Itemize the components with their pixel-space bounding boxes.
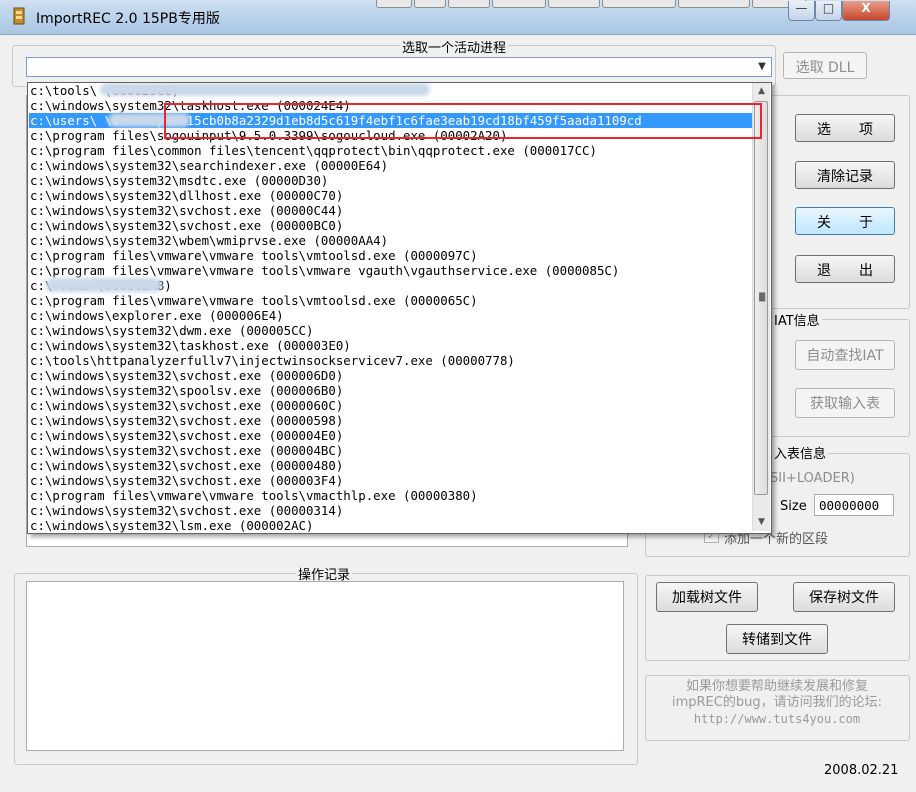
maximize-button[interactable]: □ xyxy=(815,1,842,21)
scroll-up-icon[interactable]: ▲ xyxy=(753,83,770,100)
pick-dll-button[interactable]: 选取 DLL xyxy=(783,52,867,79)
maximize-icon: □ xyxy=(822,1,835,15)
process-list-item[interactable]: c:\windows\system32\spoolsv.exe (000006B… xyxy=(29,383,343,398)
forum-info: 如果你想要帮助继续发展和修复 impREC的bug，请访问我们的论坛: http… xyxy=(650,679,904,727)
title-bar: ImportREC 2.0 15PB专用版 — □ X xyxy=(0,0,916,35)
process-list-item[interactable]: c:\windows\system32\lsm.exe (000002AC) xyxy=(29,518,313,533)
process-list-item[interactable]: c:\program files\vmware\vmware tools\vmw… xyxy=(29,263,619,278)
iat-info-label: IAT信息 xyxy=(772,310,822,329)
redaction-blur xyxy=(100,83,430,96)
process-combobox[interactable]: ▼ xyxy=(26,57,772,77)
forum-link[interactable]: http://www.tuts4you.com xyxy=(650,711,904,727)
process-list-item[interactable]: c:\windows\system32\svchost.exe (000003F… xyxy=(29,473,343,488)
hidden-toolbar-strip xyxy=(376,0,808,8)
clear-log-button[interactable]: 清除记录 xyxy=(795,161,895,189)
minimize-icon: — xyxy=(795,1,808,15)
close-icon: X xyxy=(861,1,871,15)
process-list-item[interactable]: c:\windows\system32\msdtc.exe (00000D30) xyxy=(29,173,328,188)
forum-info-line2: impREC的bug，请访问我们的论坛: xyxy=(672,695,882,710)
options-button[interactable]: 选 项 xyxy=(795,114,895,142)
process-list-item[interactable]: c:\windows\system32\svchost.exe (0000060… xyxy=(29,398,343,413)
process-group-label: 选取一个活动进程 xyxy=(400,37,509,56)
process-list-item[interactable]: c:\windows\system32\svchost.exe (000004E… xyxy=(29,428,343,443)
process-list-item[interactable]: c:\windows\system32\svchost.exe (0000048… xyxy=(29,458,343,473)
log-textbox[interactable] xyxy=(26,581,624,751)
dump-to-file-button[interactable]: 转储到文件 xyxy=(726,624,828,654)
process-list-item[interactable]: c:\program files\vmware\vmware tools\vma… xyxy=(29,488,478,503)
process-list-item[interactable]: c:\windows\system32\searchindexer.exe (0… xyxy=(29,158,388,173)
close-button[interactable]: X xyxy=(842,1,890,21)
loader-hint: SII+LOADER) xyxy=(770,471,855,486)
size-label: Size xyxy=(780,499,807,514)
chevron-down-icon[interactable]: ▼ xyxy=(754,59,770,75)
process-list-item[interactable]: c:\tools\httpanalyzerfullv7\injectwinsoc… xyxy=(29,353,515,368)
process-list-item[interactable]: c:\windows\system32\svchost.exe (000004B… xyxy=(29,443,343,458)
forum-info-line1: 如果你想要帮助继续发展和修复 xyxy=(685,679,868,694)
redaction-blur xyxy=(46,278,162,292)
process-list-item[interactable]: c:\windows\explorer.exe (000006E4) xyxy=(29,308,284,323)
process-list-item[interactable]: c:\program files\common files\tencent\qq… xyxy=(29,143,597,158)
process-list-item[interactable]: c:\windows\system32\svchost.exe (0000059… xyxy=(29,413,343,428)
process-list-item[interactable]: c:\windows\system32\svchost.exe (00000BC… xyxy=(29,218,343,233)
process-list-item[interactable]: c:\program files\vmware\vmware tools\vmt… xyxy=(29,248,478,263)
exit-button[interactable]: 退 出 xyxy=(795,255,895,283)
build-date: 2008.02.21 xyxy=(824,763,899,778)
imports-info-label: 入表信息 xyxy=(772,443,829,462)
window-title: ImportREC 2.0 15PB专用版 xyxy=(36,11,220,27)
scroll-down-icon[interactable]: ▼ xyxy=(753,514,770,531)
process-list-item[interactable]: c:\windows\system32\dwm.exe (000005CC) xyxy=(29,323,313,338)
save-tree-button[interactable]: 保存树文件 xyxy=(793,582,895,612)
process-list-item[interactable]: c:\windows\system32\wbem\wmiprvse.exe (0… xyxy=(29,233,388,248)
process-list-item[interactable]: c:\windows\system32\svchost.exe (00000C4… xyxy=(29,203,343,218)
auto-find-iat-button[interactable]: 自动查找IAT xyxy=(795,340,895,370)
minimize-button[interactable]: — xyxy=(788,1,815,21)
process-dropdown-list[interactable]: c:\tools\ (000029CC)c:\windows\system32\… xyxy=(27,82,772,534)
process-list-item[interactable]: c:\windows\system32\svchost.exe (000006D… xyxy=(29,368,343,383)
about-button[interactable]: 关 于 xyxy=(795,207,895,235)
red-annotation-box xyxy=(164,103,762,139)
process-list-item[interactable]: c:\windows\system32\svchost.exe (0000031… xyxy=(29,503,343,518)
load-tree-button[interactable]: 加载树文件 xyxy=(656,582,758,612)
app-icon xyxy=(13,7,25,25)
dropdown-scrollbar[interactable]: ▲ ▬ ▬ ▬ ▼ xyxy=(752,83,770,531)
get-imports-button[interactable]: 获取输入表 xyxy=(795,388,895,418)
process-list-item[interactable]: c:\windows\system32\taskhost.exe (000003… xyxy=(29,338,351,353)
process-list-item[interactable]: c:\program files\vmware\vmware tools\vmt… xyxy=(29,293,478,308)
size-field[interactable]: 00000000 xyxy=(814,494,894,516)
process-list-item[interactable]: c:\windows\system32\dllhost.exe (00000C7… xyxy=(29,188,343,203)
scrollbar-thumb[interactable]: ▬ ▬ ▬ xyxy=(754,101,768,495)
